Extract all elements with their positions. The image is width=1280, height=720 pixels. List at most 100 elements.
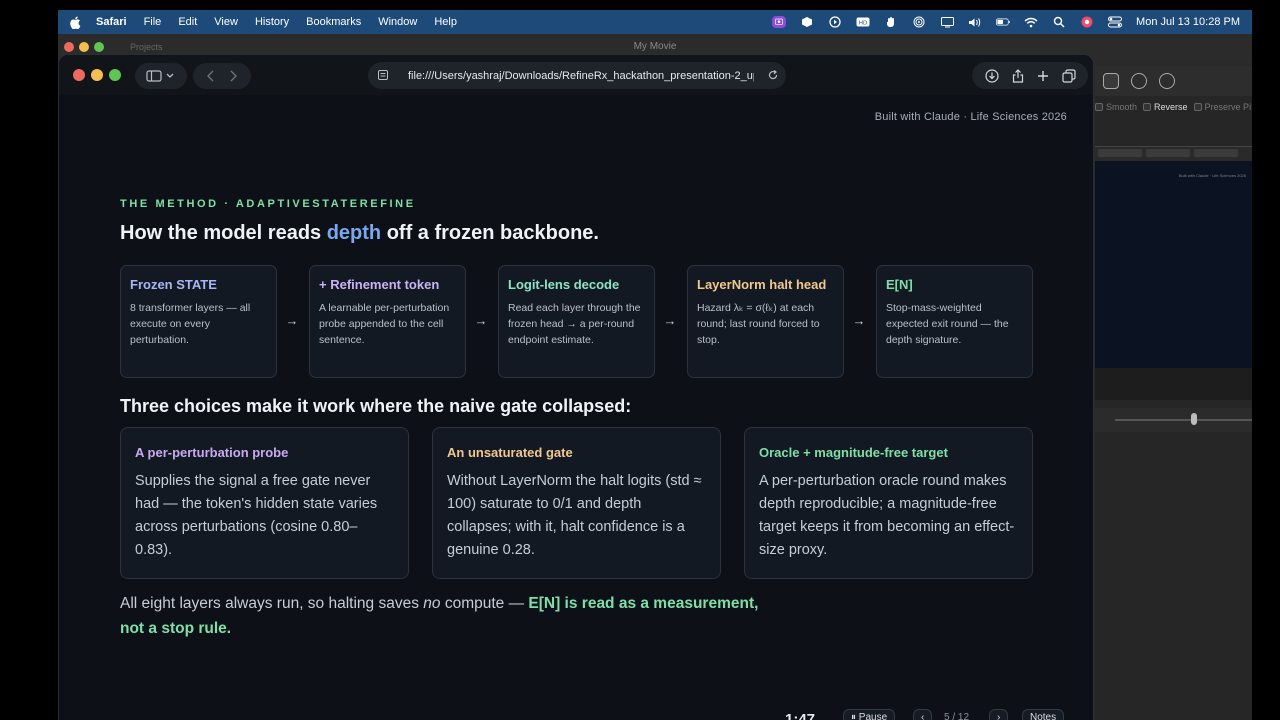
headline-accent: depth — [326, 222, 382, 244]
back-forward-buttons — [193, 63, 251, 89]
notes-button[interactable]: Notes — [1022, 709, 1065, 720]
preserve-pitch-option[interactable]: Preserve Pi — [1193, 102, 1251, 112]
slide-counter: 5 / 12 — [944, 712, 970, 720]
spotlight-search-icon[interactable] — [1052, 16, 1066, 28]
pipeline-card-frozen-state: Frozen STATE 8 transformer layers — all … — [120, 265, 277, 378]
pipeline-card-body: Read each layer through the frozen head … — [508, 302, 641, 346]
new-tab-icon[interactable] — [1037, 70, 1049, 82]
sidebar-icon — [146, 70, 174, 82]
timeline-slider[interactable] — [1095, 408, 1252, 432]
sidebar-toggle-button[interactable] — [135, 63, 187, 89]
menu-edit[interactable]: Edit — [178, 16, 197, 28]
pipeline-card-title: E[N] — [886, 277, 913, 292]
svg-text:HD: HD — [859, 20, 867, 26]
method-pipeline: Frozen STATE 8 transformer layers — all … — [120, 265, 1034, 380]
wifi-icon[interactable] — [1024, 16, 1038, 28]
pipeline-card-logit-lens: Logit-lens decode Read each layer throug… — [498, 265, 655, 378]
zoom-window-icon[interactable] — [109, 69, 121, 81]
next-slide-button[interactable]: › — [989, 709, 1009, 720]
speed-gauge-icon[interactable] — [1103, 73, 1119, 89]
pipeline-arrow-icon: → — [474, 313, 488, 328]
menu-bookmarks[interactable]: Bookmarks — [306, 16, 361, 28]
reverse-option[interactable]: Reverse — [1143, 102, 1188, 112]
forward-icon — [230, 70, 237, 82]
display-icon[interactable] — [940, 16, 954, 28]
speed-options: Smooth Reverse Preserve Pi — [1095, 102, 1251, 112]
status-area: HD Mon Jul 13 10:28 PM — [772, 16, 1252, 28]
pipeline-card-halt-head: LayerNorm halt head Hazard λₖ = σ(ℓₖ) at… — [687, 265, 844, 378]
menu-view[interactable]: View — [214, 16, 238, 28]
menu-help[interactable]: Help — [434, 16, 457, 28]
pipeline-card-body: 8 transformer layers — all execute on ev… — [130, 302, 251, 346]
play-circle-icon[interactable] — [828, 16, 842, 28]
volume-icon[interactable] — [968, 16, 982, 28]
pipeline-card-body: A learnable per-perturbation probe appen… — [319, 302, 450, 346]
tab-overview-icon[interactable] — [1061, 68, 1076, 83]
smooth-option[interactable]: Smooth — [1095, 102, 1137, 112]
choice-card-body: Supplies the signal a free gate never ha… — [135, 473, 378, 558]
section-eyebrow: THE METHOD · ADAPTIVESTATEREFINE — [120, 198, 416, 210]
airdrop-icon[interactable] — [912, 16, 926, 28]
choice-card-oracle: Oracle + magnitude-free target A per-per… — [744, 427, 1033, 579]
side-panel-toolbar — [1095, 66, 1252, 96]
pipeline-card-title: Frozen STATE — [130, 277, 217, 292]
pipeline-card-title: LayerNorm halt head — [697, 277, 827, 292]
toolbar-right-buttons — [972, 62, 1088, 89]
choice-card-title: Oracle + magnitude-free target — [759, 445, 948, 460]
menu-history[interactable]: History — [255, 16, 289, 28]
apple-icon[interactable] — [70, 15, 82, 29]
address-bar[interactable]: file:///Users/yashraj/Downloads/RefineRx… — [368, 62, 786, 89]
safari-window: file:///Users/yashraj/Downloads/RefineRx… — [58, 54, 1094, 720]
color-filter-icon[interactable] — [1131, 73, 1147, 89]
choice-card-body: A per-perturbation oracle round makes de… — [759, 473, 1015, 558]
battery-icon[interactable] — [996, 16, 1010, 28]
choice-card-probe: A per-perturbation probe Supplies the si… — [120, 427, 409, 579]
previous-slide-button[interactable]: ‹ — [913, 709, 933, 720]
choices-subhead: Three choices make it work where the nai… — [120, 396, 632, 416]
pipeline-card-refinement-token: + Refinement token A learnable per-pertu… — [309, 265, 466, 378]
pipeline-arrow-icon: → — [852, 313, 866, 328]
presentation-timer: 1:47 — [785, 711, 816, 720]
choice-card-title: An unsaturated gate — [447, 445, 573, 460]
back-icon — [207, 70, 214, 82]
macos-menubar: Safari File Edit View History Bookmarks … — [58, 10, 1252, 34]
preview-tabs — [1095, 147, 1252, 161]
pause-button[interactable]: ⏸ Pause — [843, 709, 896, 720]
box-icon[interactable] — [800, 16, 814, 28]
menu-window[interactable]: Window — [378, 16, 417, 28]
presentation-slide: Built with Claude · Life Sciences 2026 T… — [59, 95, 1093, 720]
pipeline-card-title: + Refinement token — [319, 277, 440, 292]
hand-icon[interactable] — [884, 16, 898, 28]
hdr-icon[interactable]: HD — [856, 16, 870, 28]
choice-card-body: Without LayerNorm the halt logits (std ≈… — [447, 473, 702, 558]
brand-line: Built with Claude · Life Sciences 2026 — [874, 111, 1067, 123]
reload-icon — [768, 70, 778, 80]
imovie-side-panel: Smooth Reverse Preserve Pi Built with Cl… — [1095, 66, 1252, 720]
choice-card-title: A per-perturbation probe — [135, 445, 289, 460]
pipeline-arrow-icon: → — [285, 313, 299, 328]
preview-brand-line: Built with Claude · Life Sciences 2026 — [1178, 173, 1246, 178]
slide-footnote: All eight layers always run, so halting … — [120, 595, 759, 637]
slider-knob[interactable] — [1191, 413, 1197, 425]
choice-card-gate: An unsaturated gate Without LayerNorm th… — [432, 427, 721, 579]
video-preview-thumbnail[interactable]: Built with Claude · Life Sciences 2026 — [1095, 146, 1252, 368]
user-avatar-icon[interactable] — [1080, 16, 1094, 28]
menu-file[interactable]: File — [144, 16, 162, 28]
menu-app-safari[interactable]: Safari — [96, 16, 127, 28]
control-center-icon[interactable] — [1108, 16, 1123, 28]
slide-headline: How the model reads depth off a frozen b… — [120, 222, 599, 244]
share-icon[interactable] — [1012, 68, 1024, 83]
pipeline-card-expected-n: E[N] Stop-mass-weighted expected exit ro… — [876, 265, 1033, 378]
screen-record-icon[interactable] — [772, 16, 787, 28]
pipeline-card-body: Hazard λₖ = σ(ℓₖ) at each round; last ro… — [697, 302, 820, 346]
minimize-window-icon[interactable] — [91, 69, 103, 81]
close-window-icon[interactable] — [73, 69, 85, 81]
pipeline-card-body: Stop-mass-weighted expected exit round —… — [886, 302, 1009, 346]
downloads-icon[interactable] — [984, 68, 999, 83]
page-settings-icon — [378, 70, 388, 80]
menubar-clock[interactable]: Mon Jul 13 10:28 PM — [1136, 16, 1240, 28]
address-url[interactable]: file:///Users/yashraj/Downloads/RefineRx… — [408, 70, 754, 82]
safari-toolbar: file:///Users/yashraj/Downloads/RefineRx… — [59, 55, 1093, 95]
bg-window-title: My Movie — [633, 41, 677, 52]
info-icon[interactable] — [1159, 73, 1175, 89]
